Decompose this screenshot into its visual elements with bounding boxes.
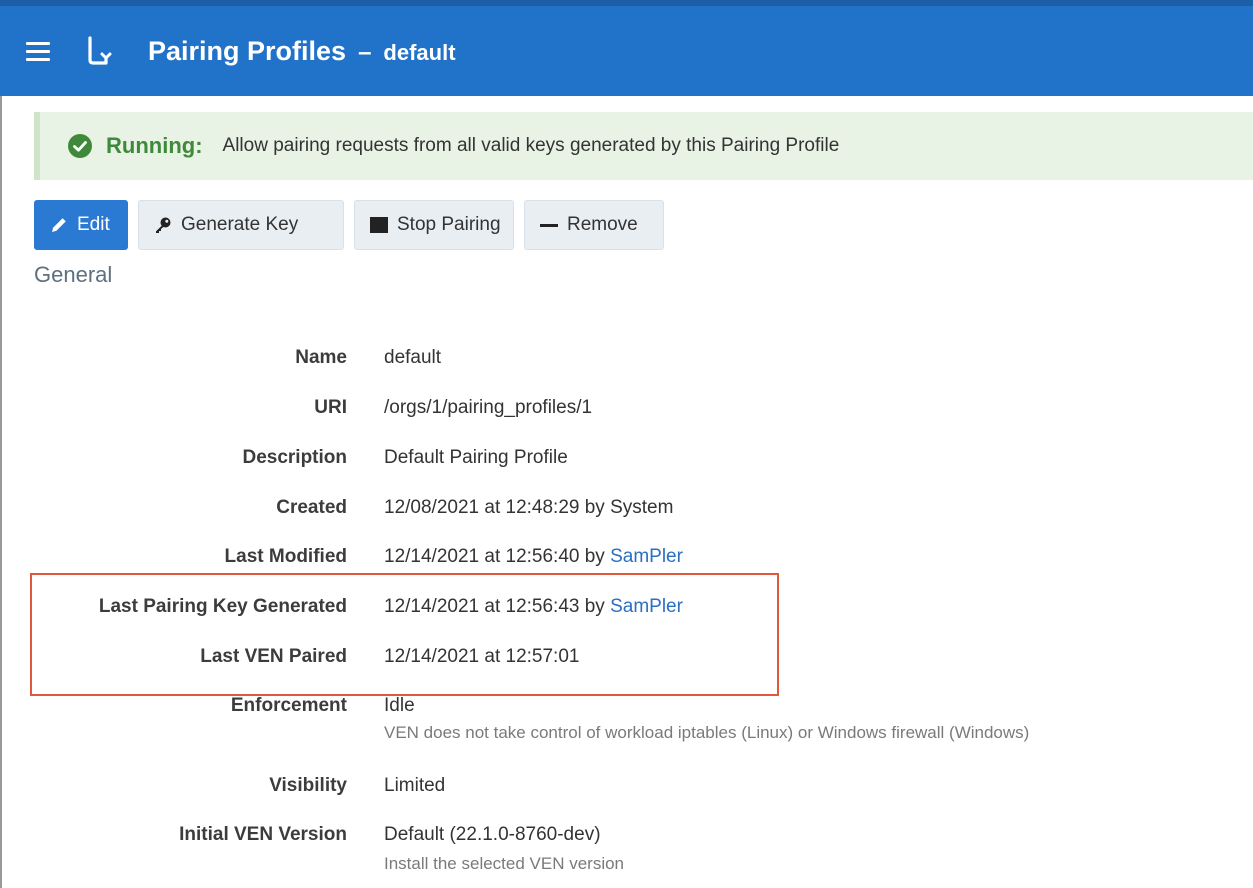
generate-key-button[interactable]: Generate Key bbox=[138, 200, 344, 250]
field-row-initial-ven-version: Initial VEN Version Default (22.1.0-8760… bbox=[0, 823, 1253, 883]
field-value-uri: /orgs/1/pairing_profiles/1 bbox=[384, 397, 593, 418]
field-value-visibility: Limited bbox=[384, 775, 446, 796]
remove-button-label: Remove bbox=[567, 214, 638, 235]
field-row-uri: URI /orgs/1/pairing_profiles/1 bbox=[0, 396, 1253, 446]
field-label-initial-ven-version: Initial VEN Version bbox=[179, 824, 347, 845]
edit-button-label: Edit bbox=[77, 214, 110, 235]
check-circle-icon bbox=[68, 134, 92, 158]
section-title-general: General bbox=[34, 262, 113, 287]
page-title-subtitle: default bbox=[383, 40, 456, 65]
field-value-created: 12/08/2021 at 12:48:29 by System bbox=[384, 497, 674, 518]
status-message: Allow pairing requests from all valid ke… bbox=[222, 135, 840, 156]
field-value-initial-ven-version: Default (22.1.0-8760-dev) bbox=[384, 824, 601, 845]
field-value-last-pairing-key: 12/14/2021 at 12:56:43 by SamPler bbox=[384, 595, 683, 619]
field-hint-initial-ven-version: Install the selected VEN version bbox=[384, 854, 625, 873]
page-title: Pairing Profiles – default bbox=[148, 36, 456, 70]
field-row-last-pairing-key: Last Pairing Key Generated 12/14/2021 at… bbox=[0, 595, 1253, 645]
field-row-created: Created 12/08/2021 at 12:48:29 by System bbox=[0, 496, 1253, 546]
remove-button[interactable]: Remove bbox=[524, 200, 664, 250]
field-row-description: Description Default Pairing Profile bbox=[0, 446, 1253, 496]
field-label-description: Description bbox=[242, 447, 347, 468]
last-pairing-key-timestamp: 12/14/2021 at 12:56:43 by bbox=[384, 596, 611, 617]
app-window: Pairing Profiles – default Running: Allo… bbox=[0, 0, 1253, 888]
field-row-last-modified: Last Modified 12/14/2021 at 12:56:40 by … bbox=[0, 545, 1253, 595]
key-icon bbox=[156, 217, 171, 233]
page-title-main: Pairing Profiles bbox=[148, 36, 347, 66]
field-value-name: default bbox=[384, 347, 442, 368]
last-modified-timestamp: 12/14/2021 at 12:56:40 by bbox=[384, 546, 611, 567]
edit-button[interactable]: Edit bbox=[34, 200, 128, 250]
field-row-last-ven-paired: Last VEN Paired 12/14/2021 at 12:57:01 bbox=[0, 645, 1253, 695]
title-separator: – bbox=[358, 39, 372, 66]
pencil-icon bbox=[52, 218, 66, 232]
field-row-name: Name default bbox=[0, 346, 1253, 396]
field-label-last-modified: Last Modified bbox=[224, 546, 347, 567]
hamburger-menu-icon[interactable] bbox=[26, 42, 50, 62]
field-label-name: Name bbox=[295, 347, 347, 368]
generate-key-button-label: Generate Key bbox=[181, 214, 299, 235]
last-modified-user-link[interactable]: SamPler bbox=[610, 546, 683, 567]
field-label-created: Created bbox=[276, 497, 347, 518]
field-value-enforcement: Idle bbox=[384, 695, 415, 716]
status-label: Running: bbox=[106, 133, 203, 158]
field-label-visibility: Visibility bbox=[269, 775, 347, 796]
field-row-visibility: Visibility Limited bbox=[0, 774, 1253, 824]
minus-icon bbox=[540, 224, 558, 227]
last-pairing-key-user-link[interactable]: SamPler bbox=[610, 596, 683, 617]
field-value-last-modified: 12/14/2021 at 12:56:40 by SamPler bbox=[384, 545, 683, 569]
stop-pairing-button[interactable]: Stop Pairing bbox=[354, 200, 514, 250]
stop-square-icon bbox=[370, 217, 388, 233]
status-banner: Running: Allow pairing requests from all… bbox=[34, 112, 1253, 180]
field-label-last-pairing-key: Last Pairing Key Generated bbox=[98, 596, 347, 617]
field-label-enforcement: Enforcement bbox=[230, 695, 347, 716]
field-label-last-ven-paired: Last VEN Paired bbox=[200, 646, 347, 667]
action-toolbar: Edit Generate Key Stop Pairing Remove bbox=[34, 200, 664, 250]
back-arrow-icon[interactable] bbox=[84, 34, 112, 68]
top-header-bar: Pairing Profiles – default bbox=[0, 0, 1253, 96]
field-hint-enforcement: VEN does not take control of workload ip… bbox=[384, 723, 1030, 742]
field-value-last-ven-paired: 12/14/2021 at 12:57:01 bbox=[384, 646, 580, 667]
field-row-enforcement: Enforcement Idle VEN does not take contr… bbox=[0, 694, 1253, 754]
field-value-description: Default Pairing Profile bbox=[384, 447, 568, 468]
field-label-uri: URI bbox=[314, 397, 347, 418]
stop-pairing-button-label: Stop Pairing bbox=[397, 214, 501, 235]
